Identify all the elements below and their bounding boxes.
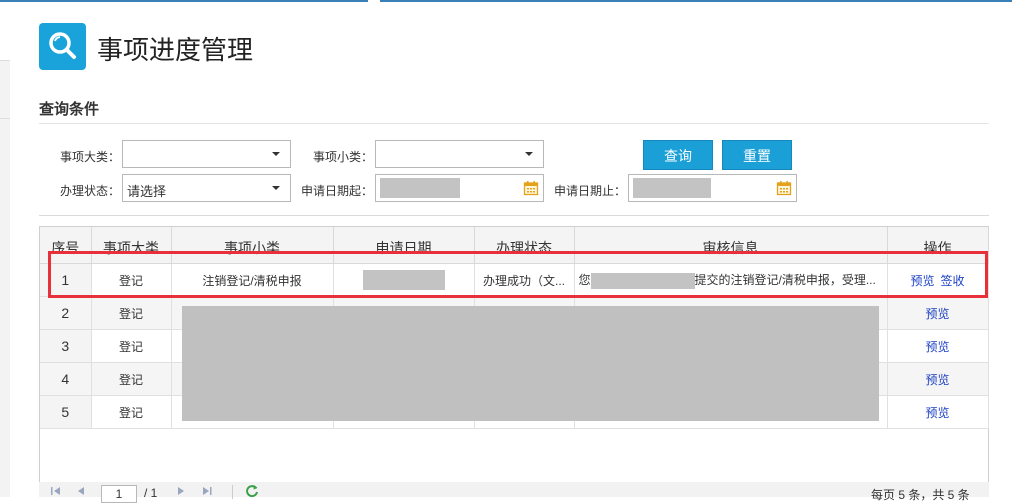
caret-down-icon — [272, 186, 280, 190]
cell-actions: 预览 — [887, 362, 989, 396]
redacted-date — [380, 178, 460, 198]
redaction-block — [182, 306, 879, 421]
next-page-icon[interactable] — [177, 486, 185, 499]
status-select[interactable]: 请选择 — [122, 174, 291, 202]
pagination-bar: 1 / 1 每页 5 条，共 5 条 — [39, 482, 989, 503]
top-border-segment — [0, 0, 368, 2]
section-title: 查询条件 — [39, 101, 100, 118]
caret-down-icon — [272, 152, 280, 156]
subcategory-label: 事项小类： — [313, 150, 374, 164]
page-number-input[interactable]: 1 — [101, 485, 137, 503]
first-page-icon[interactable] — [51, 486, 61, 499]
left-panel-line — [0, 60, 10, 61]
row-number: 3 — [40, 329, 92, 363]
last-page-icon[interactable] — [202, 486, 212, 499]
cell-actions: 预览 — [887, 329, 989, 363]
cell-category: 登记 — [91, 296, 172, 330]
date-start-label: 申请日期起： — [301, 184, 374, 198]
cell-category: 登记 — [91, 395, 172, 429]
page-title: 事项进度管理 — [97, 35, 254, 65]
left-panel-edge — [0, 60, 10, 497]
redacted-date — [633, 178, 711, 198]
cell-actions: 预览 — [887, 395, 989, 429]
prev-page-icon[interactable] — [77, 486, 85, 499]
cell-actions: 预览 — [887, 296, 989, 330]
preview-link[interactable]: 预览 — [925, 406, 949, 420]
cell-category: 登记 — [91, 362, 172, 396]
calendar-icon[interactable] — [523, 180, 539, 201]
search-icon — [39, 23, 86, 70]
date-end-label: 申请日期止： — [554, 184, 627, 198]
query-button[interactable]: 查询 — [643, 140, 713, 170]
caret-down-icon — [525, 152, 533, 156]
status-label: 办理状态： — [60, 184, 121, 198]
status-select-value: 请选择 — [127, 184, 167, 199]
row-number: 2 — [40, 296, 92, 330]
preview-link[interactable]: 预览 — [925, 307, 949, 321]
page-total: / 1 — [144, 486, 158, 500]
pager-summary: 每页 5 条，共 5 条 — [871, 488, 970, 502]
cell-category: 登记 — [91, 329, 172, 363]
top-border-segment — [380, 0, 1012, 2]
category-label: 事项大类： — [60, 150, 121, 164]
reset-button[interactable]: 重置 — [722, 140, 792, 170]
subcategory-select[interactable] — [375, 140, 544, 168]
row-number: 4 — [40, 362, 92, 396]
date-start-input[interactable] — [375, 174, 544, 202]
section-divider — [39, 123, 989, 124]
preview-link[interactable]: 预览 — [925, 340, 949, 354]
row-number: 5 — [40, 395, 92, 429]
date-end-input[interactable] — [628, 174, 797, 202]
refresh-icon[interactable] — [245, 484, 259, 503]
highlight-box — [48, 251, 988, 298]
left-panel-line — [0, 118, 10, 119]
preview-link[interactable]: 预览 — [925, 373, 949, 387]
category-select[interactable] — [122, 140, 291, 168]
calendar-icon[interactable] — [776, 180, 792, 201]
top-border — [0, 0, 1012, 3]
filter-divider — [39, 215, 989, 216]
